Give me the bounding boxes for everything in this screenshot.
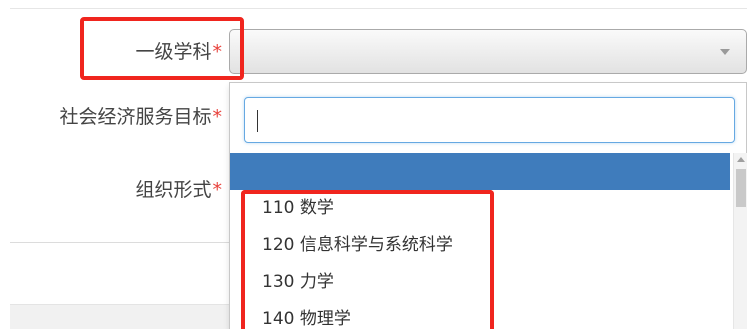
field-label-text: 组织形式 (135, 179, 212, 201)
option-list: 110 数学 120 信息科学与系统科学 130 力学 140 物理学 (230, 153, 730, 329)
arrow-up-icon[interactable] (737, 157, 745, 162)
required-marker: * (212, 41, 223, 63)
field-label-text: 社会经济服务目标 (59, 106, 212, 128)
field-label-organization-form: 组织形式* (135, 178, 222, 202)
dropdown-scrollbar[interactable] (733, 153, 747, 329)
option-130[interactable]: 130 力学 (230, 264, 730, 301)
text-caret (257, 110, 258, 132)
divider (10, 242, 230, 243)
dropdown-search-input[interactable] (244, 97, 735, 143)
divider (10, 8, 747, 9)
discipline-dropdown: 110 数学 120 信息科学与系统科学 130 力学 140 物理学 (229, 82, 747, 329)
option-empty[interactable] (230, 153, 730, 190)
option-120[interactable]: 120 信息科学与系统科学 (230, 227, 730, 264)
required-marker: * (212, 179, 223, 201)
scrollbar-thumb[interactable] (736, 169, 746, 207)
field-label-discipline: 一级学科* (135, 40, 222, 64)
required-marker: * (212, 106, 223, 128)
option-140[interactable]: 140 物理学 (230, 301, 730, 329)
chevron-down-icon (720, 49, 730, 55)
field-label-text: 一级学科 (135, 41, 212, 63)
option-110[interactable]: 110 数学 (230, 190, 730, 227)
discipline-select[interactable] (229, 29, 747, 74)
form-footer-band (10, 304, 230, 329)
form-region: 一级学科* 社会经济服务目标* 组织形式* 110 数学 120 信息科学与系统… (0, 0, 747, 329)
field-label-socioeconomic-goal: 社会经济服务目标* (59, 105, 222, 129)
